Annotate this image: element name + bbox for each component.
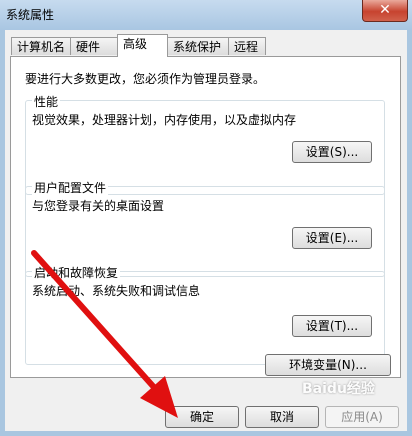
user-profile-settings-button[interactable]: 设置(E)... bbox=[292, 227, 372, 249]
tab-computer-name[interactable]: 计算机名 bbox=[11, 37, 71, 55]
performance-title: 性能 bbox=[32, 93, 61, 110]
startup-recovery-settings-button[interactable]: 设置(T)... bbox=[292, 315, 372, 337]
apply-button[interactable]: 应用(A) bbox=[325, 406, 399, 428]
user-profile-desc: 与您登录有关的桌面设置 bbox=[32, 199, 165, 213]
tab-advanced[interactable]: 高级 bbox=[117, 34, 168, 57]
performance-settings-button[interactable]: 设置(S)... bbox=[292, 141, 372, 163]
admin-notice: 要进行大多数更改，您必须作为管理员登录。 bbox=[25, 72, 266, 86]
ok-button[interactable]: 确定 bbox=[165, 406, 239, 428]
startup-recovery-desc: 系统启动、系统失败和调试信息 bbox=[32, 284, 201, 298]
dialog-frame: 系统属性 ✕ 计算机名 硬件 高级 系统保护 远程 要进行大多数更改，您必须作为… bbox=[0, 0, 412, 436]
advanced-panel: 要进行大多数更改，您必须作为管理员登录。 性能 视觉效果，处理器计划，内存使用，… bbox=[10, 56, 401, 378]
performance-desc: 视觉效果，处理器计划，内存使用，以及虚拟内存 bbox=[32, 113, 297, 127]
cancel-button[interactable]: 取消 bbox=[245, 406, 319, 428]
tab-hardware[interactable]: 硬件 bbox=[70, 37, 118, 55]
startup-recovery-title: 启动和故障恢复 bbox=[32, 264, 121, 281]
title-bar[interactable]: 系统属性 ✕ bbox=[0, 0, 412, 30]
environment-variables-button[interactable]: 环境变量(N)... bbox=[265, 354, 391, 376]
close-icon: ✕ bbox=[379, 2, 391, 18]
watermark: Baidu经验 bbox=[302, 381, 375, 397]
user-profile-title: 用户配置文件 bbox=[32, 179, 109, 196]
tab-system-protection[interactable]: 系统保护 bbox=[167, 37, 229, 55]
tab-remote[interactable]: 远程 bbox=[228, 37, 266, 55]
close-button[interactable]: ✕ bbox=[362, 0, 408, 22]
startup-recovery-group: 启动和故障恢复 系统启动、系统失败和调试信息 设置(T)... bbox=[25, 264, 385, 365]
window-title: 系统属性 bbox=[6, 8, 55, 22]
dialog-client: 计算机名 硬件 高级 系统保护 远程 要进行大多数更改，您必须作为管理员登录。 … bbox=[5, 30, 407, 431]
